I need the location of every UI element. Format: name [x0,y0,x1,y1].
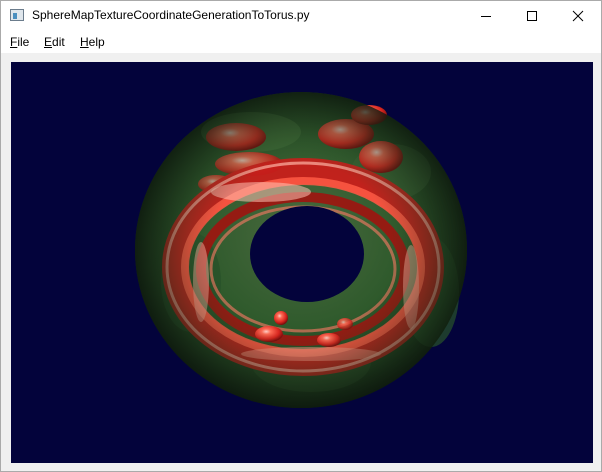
menu-help-mnemonic: H [80,35,89,49]
menu-edit[interactable]: Edit [44,35,65,49]
minimize-icon [481,16,491,17]
maximize-button[interactable] [509,1,555,31]
close-button[interactable] [555,1,601,31]
render-canvas[interactable] [11,62,593,463]
menu-help[interactable]: Help [80,35,105,49]
application-window: SphereMapTextureCoordinateGenerationToTo… [0,0,602,472]
menu-help-label: elp [88,35,105,49]
window-app-icon[interactable] [10,9,24,21]
maximize-icon [527,11,537,21]
app-icon-pane [13,13,17,19]
title-bar[interactable]: SphereMapTextureCoordinateGenerationToTo… [1,1,601,31]
menu-edit-mnemonic: E [44,35,53,49]
menu-file-label: ile [17,35,30,49]
window-title: SphereMapTextureCoordinateGenerationToTo… [32,8,310,22]
menu-edit-label: dit [52,35,65,49]
minimize-button[interactable] [463,1,509,31]
torus-mesh [135,92,467,408]
opengl-viewport[interactable] [11,62,593,463]
menu-bar: File Edit Help [1,31,601,53]
menu-file[interactable]: File [10,35,29,49]
close-icon [572,10,584,22]
